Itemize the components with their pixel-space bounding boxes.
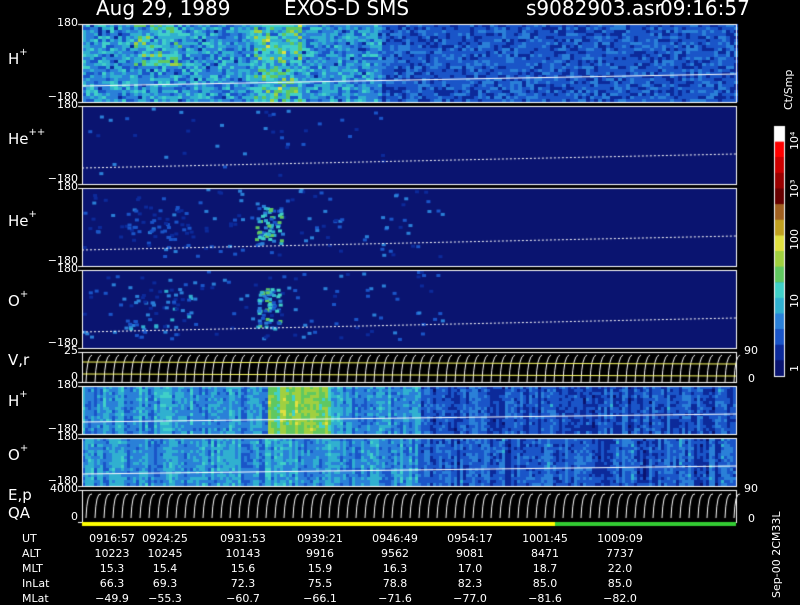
header-file: s9082903.asr (526, 0, 663, 20)
ephemeris-value: 0939:21 (297, 532, 343, 545)
ephemeris-value: 75.5 (307, 577, 333, 590)
ephemeris-value: 0924:25 (142, 532, 188, 545)
panel-label-sup: ++ (28, 127, 46, 138)
colorbar-label: 10 (788, 294, 800, 308)
ephemeris-value: 7737 (606, 547, 634, 560)
side-note: Sep-00 2CM33L (770, 511, 783, 599)
ephemeris-value: 8471 (531, 547, 559, 560)
panel-bottom-tick: 0 (71, 510, 78, 523)
panel-label-sup: + (19, 389, 28, 400)
ephemeris-row-label: ALT (22, 547, 41, 560)
panel-top-tick: 180 (57, 98, 78, 111)
panel-right-top-tick: 90 (744, 344, 758, 357)
ephemeris-value: 9916 (306, 547, 334, 560)
ephemeris-value: −82.0 (603, 592, 637, 605)
ephemeris-value: 10245 (147, 547, 183, 560)
ephemeris-value: 17.0 (457, 562, 483, 575)
ephemeris-value: 9562 (381, 547, 409, 560)
ephemeris-value: 9081 (456, 547, 484, 560)
ephemeris-row-label: UT (22, 532, 37, 545)
panel-label-text: H (8, 50, 20, 68)
ephemeris-value: 10143 (225, 547, 261, 560)
panel-top-tick: 180 (57, 180, 78, 193)
ephemeris-row-label: MLT (22, 562, 43, 575)
panel-label-text: He (8, 130, 29, 148)
panel-label-3: O+ (8, 289, 29, 310)
panel-label-5: H+ (8, 389, 28, 410)
panel-label-text: O (8, 446, 20, 464)
ephemeris-value: −81.6 (528, 592, 562, 605)
panel-label-text: O (8, 292, 20, 310)
colorbar-label: 100 (788, 229, 800, 250)
colorbar-label: 10³ (788, 179, 800, 198)
ephemeris-value: −66.1 (303, 592, 337, 605)
ephemeris-value: −55.3 (148, 592, 182, 605)
ephemeris-value: 15.4 (152, 562, 178, 575)
panel-label-sup: + (19, 443, 29, 454)
panel-label-text: He (8, 212, 29, 230)
ephemeris-row-label: InLat (22, 577, 50, 590)
ephemeris-value: 15.6 (230, 562, 256, 575)
ephemeris-value: 1009:09 (597, 532, 643, 545)
panel-right-top-tick: 90 (744, 482, 758, 495)
ephemeris-value: −71.6 (378, 592, 412, 605)
ephemeris-value: −77.0 (453, 592, 487, 605)
ephemeris-value: 0954:17 (447, 532, 493, 545)
panel-label-1: He++ (8, 127, 46, 148)
panel-label-0: H+ (8, 47, 28, 68)
ephemeris-value: 15.9 (307, 562, 333, 575)
header-date: Aug 29, 1989 (96, 0, 231, 20)
data-plot-canvas (0, 0, 800, 600)
panel-right-bottom-tick: 0 (748, 512, 755, 525)
ephemeris-value: 22.0 (607, 562, 633, 575)
panel-top-tick: 4000 (50, 482, 78, 495)
ephemeris-value: 15.3 (99, 562, 125, 575)
ephemeris-value: 85.0 (532, 577, 558, 590)
panel-label-sup: + (19, 47, 28, 58)
panel-label-7: E,p (8, 486, 32, 504)
ephemeris-value: 0946:49 (372, 532, 418, 545)
panel-label-sup: + (28, 209, 37, 220)
ephemeris-value: 0931:53 (220, 532, 266, 545)
panel-label-text: V,r (8, 351, 30, 369)
colorbar-label: 10⁴ (788, 131, 800, 150)
panel-label-2: He+ (8, 209, 37, 230)
ephemeris-value: 85.0 (607, 577, 633, 590)
ephemeris-value: 16.3 (382, 562, 408, 575)
ephemeris-value: 0916:57 (89, 532, 135, 545)
ephemeris-value: 1001:45 (522, 532, 568, 545)
panel-top-tick: 180 (57, 262, 78, 275)
colorbar-unit: Ct/Smp (782, 69, 795, 110)
ephemeris-value: −49.9 (95, 592, 129, 605)
header-instrument: EXOS-D SMS (284, 0, 410, 20)
panel-top-tick: 180 (57, 378, 78, 391)
panel-right-bottom-tick: 0 (748, 372, 755, 385)
ephemeris-value: 78.8 (382, 577, 408, 590)
ephemeris-value: 82.3 (457, 577, 483, 590)
ephemeris-row-label: MLat (22, 592, 49, 605)
ephemeris-value: 18.7 (532, 562, 558, 575)
ephemeris-value: 10223 (94, 547, 130, 560)
panel-label-qa: QA (8, 504, 31, 522)
colorbar-label: 1 (788, 365, 800, 372)
panel-top-tick: 25 (64, 344, 78, 357)
panel-label-text: E,p (8, 486, 32, 504)
panel-label-sup: + (19, 289, 29, 300)
header-time: 09:16:57 (660, 0, 750, 20)
ephemeris-value: −60.7 (226, 592, 260, 605)
panel-label-text: H (8, 392, 20, 410)
panel-top-tick: 180 (57, 430, 78, 443)
panel-top-tick: 180 (57, 16, 78, 29)
ephemeris-value: 69.3 (152, 577, 178, 590)
ephemeris-value: 72.3 (230, 577, 256, 590)
panel-label-6: O+ (8, 443, 29, 464)
ephemeris-value: 66.3 (99, 577, 125, 590)
panel-label-4: V,r (8, 351, 29, 369)
